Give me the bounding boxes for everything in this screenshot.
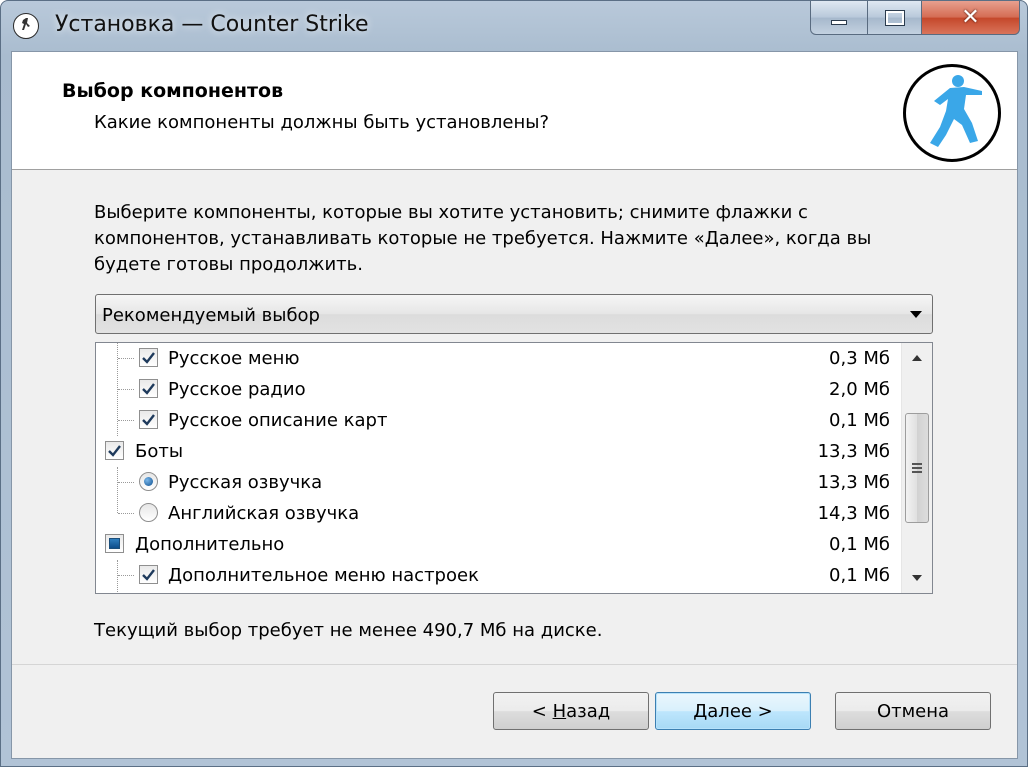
maximize-button[interactable] xyxy=(868,1,922,35)
radio-unselected-icon[interactable] xyxy=(139,503,158,522)
component-size: 0,1 Мб xyxy=(829,534,890,555)
checkbox-checked-icon[interactable] xyxy=(139,565,158,584)
components-tree-list[interactable]: Русское меню 0,3 Мб Русское радио 2,0 Мб… xyxy=(95,342,933,594)
maximize-icon xyxy=(884,9,905,26)
counter-strike-app-icon[interactable] xyxy=(13,13,39,39)
checkbox-partial-icon[interactable] xyxy=(105,534,124,553)
minimize-button[interactable] xyxy=(810,1,868,35)
next-button[interactable]: Далее > xyxy=(655,692,811,730)
counter-strike-logo-icon xyxy=(903,64,1001,162)
page-title: Выбор компонентов xyxy=(62,80,284,102)
wizard-header: Выбор компонентов Какие компоненты должн… xyxy=(12,52,1017,170)
component-item-english-voice[interactable]: Английская озвучка 14,3 Мб xyxy=(96,498,896,529)
checkbox-checked-icon[interactable] xyxy=(139,410,158,429)
component-item-russian-radio[interactable]: Русское радио 2,0 Мб xyxy=(96,374,896,405)
component-label: Русское описание карт xyxy=(168,410,388,431)
component-label: Русское радио xyxy=(168,379,306,400)
scroll-down-button[interactable] xyxy=(902,563,932,593)
close-button[interactable]: ✕ xyxy=(922,1,1020,35)
window-controls: ✕ xyxy=(810,1,1020,37)
component-label: Английская озвучка xyxy=(168,503,360,524)
page-subtitle: Какие компоненты должны быть установлены… xyxy=(94,112,550,133)
component-size: 14,3 Мб xyxy=(817,503,890,524)
checkbox-checked-icon[interactable] xyxy=(139,379,158,398)
component-item-russian-voice[interactable]: Русская озвучка 13,3 Мб xyxy=(96,467,896,498)
component-label: Дополнительно xyxy=(135,534,285,555)
disk-space-required-text: Текущий выбор требует не менее 490,7 Мб … xyxy=(94,620,603,641)
component-size: 0,1 Мб xyxy=(829,565,890,586)
dropdown-arrow-icon xyxy=(910,311,922,318)
installation-type-value: Рекомендуемый выбор xyxy=(102,305,320,326)
component-label: Русская озвучка xyxy=(168,472,323,493)
component-label: Русское меню xyxy=(168,348,300,369)
back-button[interactable]: < Назад xyxy=(493,692,649,730)
component-size: 0,3 Мб xyxy=(829,348,890,369)
minimize-icon xyxy=(831,20,847,25)
cancel-button[interactable]: Отмена xyxy=(835,692,991,730)
checkbox-checked-icon[interactable] xyxy=(105,441,124,460)
component-size: 13,3 Мб xyxy=(817,441,890,462)
installation-type-dropdown[interactable]: Рекомендуемый выбор xyxy=(95,294,933,334)
component-item-bots[interactable]: Боты 13,3 Мб xyxy=(96,436,896,467)
component-item-additional-settings-menu[interactable]: Дополнительное меню настроек 0,1 Мб xyxy=(96,560,896,591)
component-item-additional[interactable]: Дополнительно 0,1 Мб xyxy=(96,529,896,560)
scroll-up-button[interactable] xyxy=(902,343,932,373)
scroll-thumb[interactable] xyxy=(905,413,929,523)
scroll-down-arrow-icon xyxy=(912,575,922,581)
wizard-page: Выбор компонентов Какие компоненты должн… xyxy=(11,51,1018,759)
component-size: 0,1 Мб xyxy=(829,410,890,431)
component-item-russian-menu[interactable]: Русское меню 0,3 Мб xyxy=(96,343,896,374)
component-size: 2,0 Мб xyxy=(829,379,890,400)
radio-selected-icon[interactable] xyxy=(139,472,158,491)
footer-divider xyxy=(12,664,1017,665)
checkbox-checked-icon[interactable] xyxy=(139,348,158,367)
component-label: Боты xyxy=(135,441,184,462)
window-title: Установка — Counter Strike xyxy=(55,12,369,37)
scroll-up-arrow-icon xyxy=(912,355,922,361)
component-item-russian-map-descriptions[interactable]: Русское описание карт 0,1 Мб xyxy=(96,405,896,436)
vertical-scrollbar[interactable] xyxy=(901,343,932,593)
title-bar[interactable]: Установка — Counter Strike ✕ xyxy=(1,1,1027,51)
close-icon: ✕ xyxy=(961,5,980,30)
installer-window: Установка — Counter Strike ✕ Выбор компо… xyxy=(0,0,1028,767)
instructions-text: Выберите компоненты, которые вы хотите у… xyxy=(94,202,872,275)
component-label: Дополнительное меню настроек xyxy=(168,565,479,586)
component-size: 13,3 Мб xyxy=(817,472,890,493)
